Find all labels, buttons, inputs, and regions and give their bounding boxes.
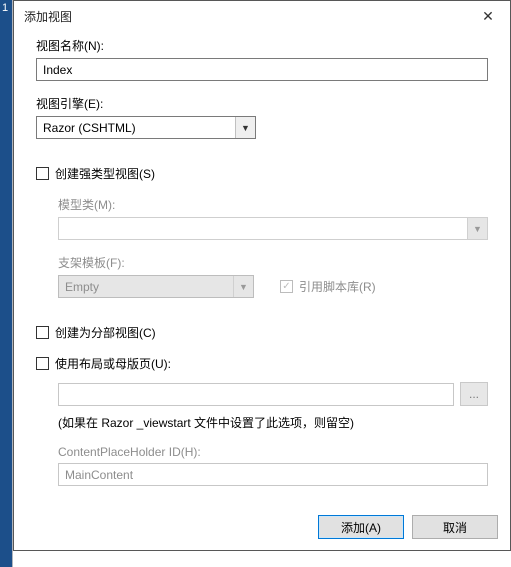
chevron-down-icon: ▼	[467, 218, 487, 239]
ellipsis-icon: ...	[469, 387, 479, 401]
gutter-number: 1	[0, 0, 12, 16]
close-button[interactable]: ✕	[466, 1, 510, 31]
use-layout-label: 使用布局或母版页(U):	[55, 355, 171, 372]
browse-button: ...	[460, 382, 488, 406]
view-engine-label: 视图引擎(E):	[36, 95, 488, 112]
checkbox-icon	[36, 326, 49, 339]
add-view-dialog: 添加视图 ✕ 视图名称(N): 视图引擎(E): Razor (CSHTML) …	[13, 0, 511, 551]
chevron-down-icon: ▼	[233, 276, 253, 297]
scaffold-select: Empty ▼	[58, 275, 254, 298]
create-strong-checkbox[interactable]: 创建强类型视图(S)	[36, 165, 488, 182]
layout-hint: (如果在 Razor _viewstart 文件中设置了此选项，则留空)	[58, 414, 488, 431]
dialog-footer: 添加(A) 取消	[14, 504, 510, 550]
cph-id-label: ContentPlaceHolder ID(H):	[58, 445, 488, 459]
chevron-down-icon: ▼	[235, 117, 255, 138]
close-icon: ✕	[482, 8, 494, 25]
scaffold-value: Empty	[59, 280, 233, 294]
view-name-input[interactable]	[36, 58, 488, 81]
use-layout-checkbox[interactable]: 使用布局或母版页(U):	[36, 355, 488, 372]
ref-scripts-checkbox: ✓ 引用脚本库(R)	[280, 278, 376, 295]
checkbox-icon: ✓	[280, 280, 293, 293]
ide-gutter: 1	[0, 0, 13, 567]
layout-path-input	[58, 383, 454, 406]
view-name-label: 视图名称(N):	[36, 37, 488, 54]
dialog-title: 添加视图	[24, 8, 466, 25]
cancel-button[interactable]: 取消	[412, 515, 498, 539]
model-class-select: ▼	[58, 217, 488, 240]
partial-label: 创建为分部视图(C)	[55, 324, 156, 341]
titlebar: 添加视图 ✕	[14, 1, 510, 31]
add-button[interactable]: 添加(A)	[318, 515, 404, 539]
create-strong-label: 创建强类型视图(S)	[55, 165, 155, 182]
view-engine-select[interactable]: Razor (CSHTML) ▼	[36, 116, 256, 139]
scaffold-label: 支架模板(F):	[58, 254, 488, 271]
ref-scripts-label: 引用脚本库(R)	[299, 278, 376, 295]
view-engine-value: Razor (CSHTML)	[37, 121, 235, 135]
checkbox-icon	[36, 167, 49, 180]
cph-id-input	[58, 463, 488, 486]
model-class-label: 模型类(M):	[58, 196, 488, 213]
partial-checkbox[interactable]: 创建为分部视图(C)	[36, 324, 488, 341]
checkbox-icon	[36, 357, 49, 370]
